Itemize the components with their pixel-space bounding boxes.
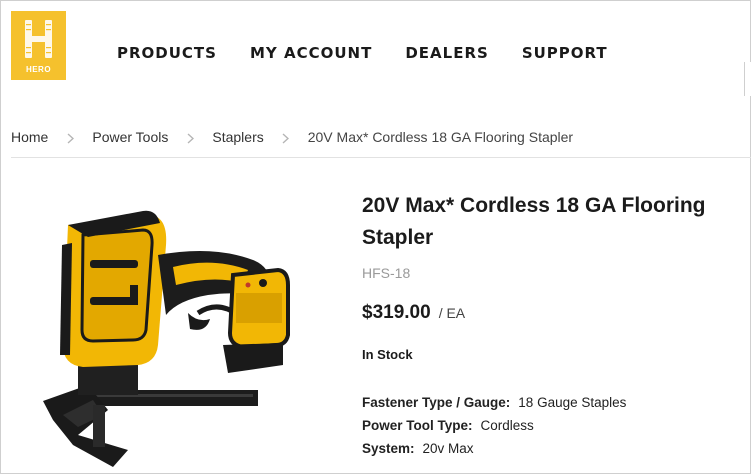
- divider: [11, 157, 751, 158]
- breadcrumb: Home Power Tools Staplers 20V Max* Cordl…: [11, 129, 573, 145]
- spec-row-system: System: 20v Max: [362, 437, 626, 460]
- breadcrumb-home[interactable]: Home: [11, 129, 48, 145]
- product-specs: Fastener Type / Gauge: 18 Gauge Staples P…: [362, 391, 626, 460]
- scrollbar[interactable]: [744, 62, 751, 96]
- product-price: $319.00: [362, 302, 431, 323]
- spec-label: Fastener Type / Gauge:: [362, 395, 511, 410]
- spec-value: Cordless: [480, 418, 534, 433]
- nav-support[interactable]: SUPPORT: [522, 44, 608, 62]
- flooring-stapler-image: [43, 210, 290, 467]
- product-sku: HFS-18: [362, 265, 411, 281]
- nav-dealers[interactable]: DEALERS: [405, 44, 488, 62]
- main-nav: PRODUCTS MY ACCOUNT DEALERS SUPPORT: [117, 44, 641, 62]
- chevron-right-icon: [274, 129, 298, 145]
- spec-row-tool-type: Power Tool Type: Cordless: [362, 414, 626, 437]
- spec-label: System:: [362, 441, 415, 456]
- stock-status: In Stock: [362, 347, 413, 362]
- site-header: HERO PRODUCTS MY ACCOUNT DEALERS SUPPORT: [0, 0, 751, 100]
- nav-my-account[interactable]: MY ACCOUNT: [250, 44, 372, 62]
- product-image[interactable]: [38, 205, 298, 474]
- product-title: 20V Max* Cordless 18 GA Flooring Stapler: [362, 194, 706, 249]
- breadcrumb-staplers[interactable]: Staplers: [212, 129, 263, 145]
- breadcrumb-power-tools[interactable]: Power Tools: [92, 129, 168, 145]
- breadcrumb-current: 20V Max* Cordless 18 GA Flooring Stapler: [307, 129, 574, 145]
- chevron-right-icon: [58, 129, 82, 145]
- spec-value: 20v Max: [422, 441, 474, 456]
- price-unit: / EA: [438, 305, 466, 321]
- nav-products[interactable]: PRODUCTS: [117, 44, 217, 62]
- chevron-right-icon: [178, 129, 202, 145]
- brand-logo[interactable]: HERO: [11, 11, 66, 80]
- price-row: $319.00 / EA: [362, 302, 465, 324]
- spec-value: 18 Gauge Staples: [518, 395, 627, 410]
- spec-label: Power Tool Type:: [362, 418, 473, 433]
- spec-row-fastener: Fastener Type / Gauge: 18 Gauge Staples: [362, 391, 626, 414]
- logo-text: HERO: [25, 65, 52, 74]
